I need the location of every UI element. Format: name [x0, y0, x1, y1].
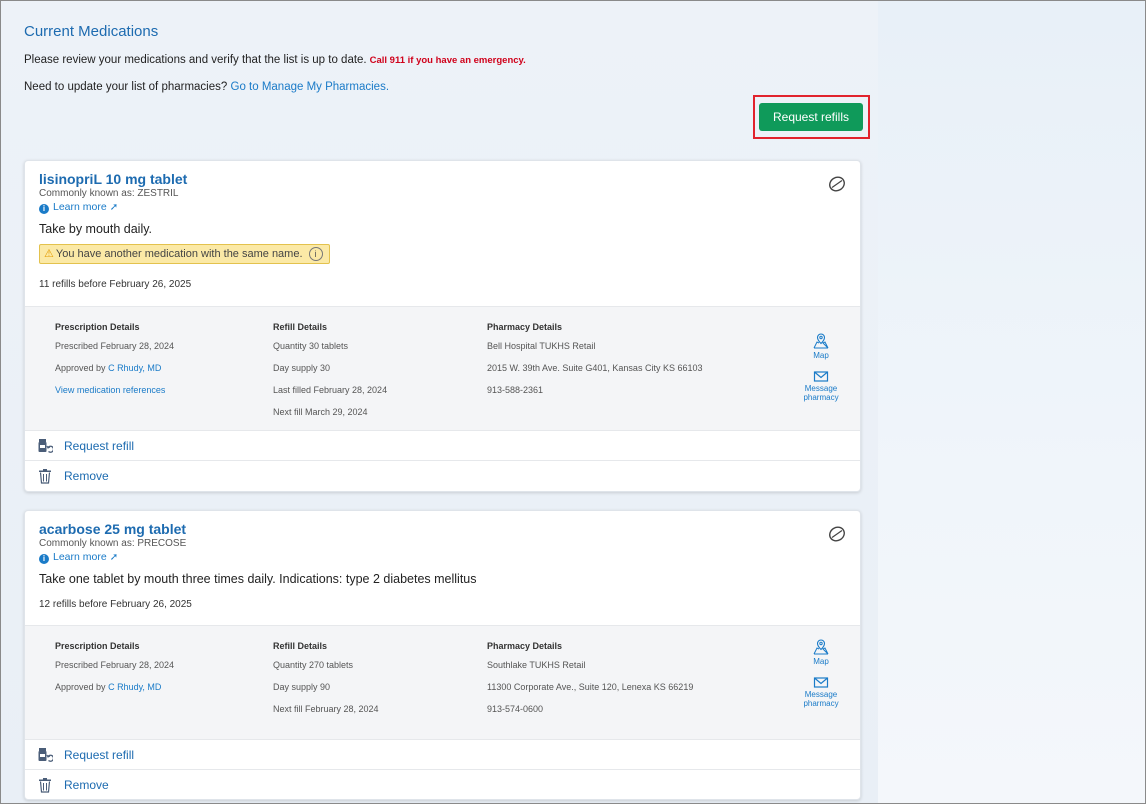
duplicate-warning: ⚠ You have another medication with the sa…: [39, 244, 330, 264]
refills-remaining: 12 refills before February 26, 2025: [39, 599, 192, 610]
medication-details: Prescription Details Prescribed February…: [25, 306, 860, 431]
request-refill-action[interactable]: Request refill: [25, 431, 860, 461]
prescriber-link[interactable]: C Rhudy, MD: [108, 682, 161, 692]
prescribed-date: Prescribed February 28, 2024: [55, 341, 175, 351]
approved-by-label: Approved by: [55, 363, 106, 373]
pharmacy-details-header: Pharmacy Details: [487, 322, 563, 332]
approved-by-label: Approved by: [55, 682, 106, 692]
last-filled: Last filled February 28, 2024: [273, 385, 388, 395]
pharmacy-actions: Map Message pharmacy: [798, 638, 844, 718]
envelope-icon: [813, 371, 829, 382]
day-supply: Day supply 30: [273, 363, 331, 373]
learn-more-link[interactable]: i Learn more ➚: [39, 551, 118, 564]
intro-message: Please review your medications and verif…: [24, 54, 367, 66]
message-pharmacy-button[interactable]: Message pharmacy: [798, 676, 844, 708]
refill-details: Refill Details Quantity 30 tablets Day s…: [273, 322, 387, 429]
pharmacy-label: pharmacy: [803, 699, 839, 708]
map-icon: [813, 333, 829, 349]
message-label: Message: [804, 384, 838, 393]
refill-details-header: Refill Details: [273, 322, 328, 332]
pill-icon: [829, 526, 845, 542]
approved-by: Approved by C Rhudy, MD: [55, 363, 174, 373]
map-button[interactable]: Map: [798, 332, 844, 360]
map-label: Map: [813, 657, 829, 666]
emergency-notice: Call 911 if you have an emergency.: [369, 55, 526, 66]
view-references-link[interactable]: View medication references: [55, 385, 174, 395]
remove-action[interactable]: Remove: [25, 770, 860, 800]
remove-action[interactable]: Remove: [25, 461, 860, 491]
pharmacy-details: Pharmacy Details Bell Hospital TUKHS Ret…: [487, 322, 702, 407]
medication-instructions: Take one tablet by mouth three times dai…: [39, 572, 477, 586]
pharmacy-phone: 913-588-2361: [487, 385, 544, 395]
pharmacy-question: Need to update your list of pharmacies?: [24, 81, 228, 93]
medication-details: Prescription Details Prescribed February…: [25, 625, 860, 740]
prescription-details: Prescription Details Prescribed February…: [55, 322, 174, 407]
page-title: Current Medications: [24, 23, 159, 40]
pharmacy-label: pharmacy: [803, 393, 839, 402]
prescription-details: Prescription Details Prescribed February…: [55, 641, 174, 704]
info-circle-icon[interactable]: i: [308, 247, 323, 261]
pharmacy-details-header: Pharmacy Details: [487, 641, 563, 651]
remove-label: Remove: [64, 778, 109, 792]
medication-known-as: Commonly known as: ZESTRIL: [39, 188, 179, 199]
warning-icon: ⚠: [44, 248, 54, 260]
request-refill-action[interactable]: Request refill: [25, 740, 860, 770]
pill-icon: [829, 176, 845, 192]
intro-text: Please review your medications and verif…: [24, 54, 526, 66]
map-icon: [813, 639, 829, 655]
learn-more-link[interactable]: i Learn more ➚: [39, 201, 118, 214]
request-refill-label: Request refill: [64, 439, 135, 453]
remove-label: Remove: [64, 469, 109, 483]
pharmacy-phone: 913-574-0600: [487, 704, 544, 714]
medication-name[interactable]: lisinopriL 10 mg tablet: [39, 171, 187, 187]
refills-remaining: 11 refills before February 26, 2025: [39, 279, 192, 290]
map-button[interactable]: Map: [798, 638, 844, 666]
quantity: Quantity 270 tablets: [273, 660, 354, 670]
refill-bottle-icon: [38, 439, 53, 453]
external-link-icon: ➚: [109, 552, 119, 563]
info-icon: i: [39, 204, 49, 214]
prescription-details-header: Prescription Details: [55, 641, 140, 651]
learn-more-label: Learn more: [53, 201, 107, 213]
prescription-details-header: Prescription Details: [55, 322, 140, 332]
map-label: Map: [813, 351, 829, 360]
envelope-icon: [813, 677, 829, 688]
warning-text: You have another medication with the sam…: [55, 248, 303, 260]
pharmacy-name: Bell Hospital TUKHS Retail: [487, 341, 596, 351]
refill-details: Refill Details Quantity 270 tablets Day …: [273, 641, 379, 726]
message-pharmacy-button[interactable]: Message pharmacy: [798, 370, 844, 402]
medications-panel: Current Medications Please review your m…: [1, 1, 878, 803]
info-icon: i: [39, 554, 49, 564]
medication-known-as: Commonly known as: PRECOSE: [39, 538, 187, 549]
quantity: Quantity 30 tablets: [273, 341, 349, 351]
message-label: Message: [804, 690, 838, 699]
request-refill-label: Request refill: [64, 748, 135, 762]
medication-name[interactable]: acarbose 25 mg tablet: [39, 521, 186, 537]
right-side-panel: [878, 1, 1145, 803]
trash-icon: [39, 469, 51, 484]
medication-instructions: Take by mouth daily.: [39, 222, 153, 236]
pharmacy-actions: Map Message pharmacy: [798, 332, 844, 412]
medication-card-acarbose: acarbose 25 mg tablet Commonly known as:…: [24, 510, 861, 800]
next-fill: Next fill March 29, 2024: [273, 407, 368, 417]
pharmacy-details: Pharmacy Details Southlake TUKHS Retail …: [487, 641, 693, 726]
manage-pharmacies-link[interactable]: Go to Manage My Pharmacies.: [231, 81, 390, 93]
prescribed-date: Prescribed February 28, 2024: [55, 660, 175, 670]
external-link-icon: ➚: [109, 202, 119, 213]
prescriber-link[interactable]: C Rhudy, MD: [108, 363, 161, 373]
pharmacy-address: 2015 W. 39th Ave. Suite G401, Kansas Cit…: [487, 363, 703, 373]
refill-bottle-icon: [38, 748, 53, 762]
approved-by: Approved by C Rhudy, MD: [55, 682, 174, 692]
refill-details-header: Refill Details: [273, 641, 328, 651]
day-supply: Day supply 90: [273, 682, 331, 692]
pharmacy-prompt: Need to update your list of pharmacies? …: [24, 81, 389, 93]
trash-icon: [39, 778, 51, 793]
request-refills-button[interactable]: Request refills: [759, 103, 863, 131]
medication-card-lisinopril: lisinopriL 10 mg tablet Commonly known a…: [24, 160, 861, 492]
next-fill: Next fill February 28, 2024: [273, 704, 379, 714]
pharmacy-address: 11300 Corporate Ave., Suite 120, Lenexa …: [487, 682, 694, 692]
learn-more-label: Learn more: [53, 551, 107, 563]
pharmacy-name: Southlake TUKHS Retail: [487, 660, 586, 670]
